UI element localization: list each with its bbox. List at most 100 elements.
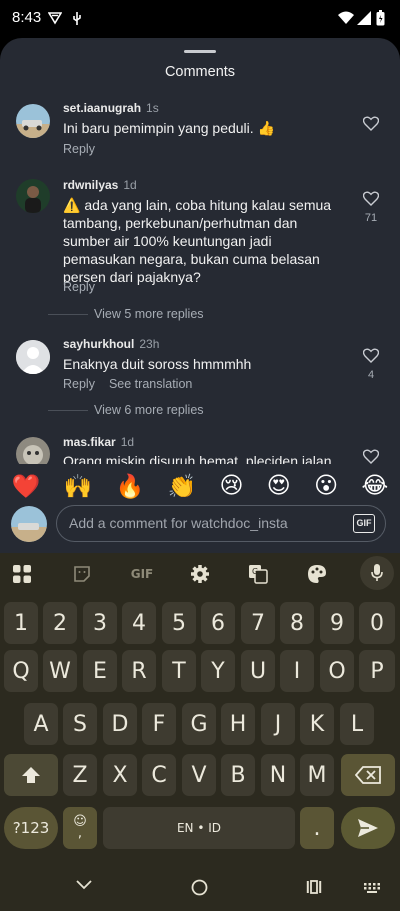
comment-text: Ini baru pemimpin yang peduli. 👍 (63, 120, 275, 136)
grid-icon[interactable] (10, 562, 34, 586)
palette-icon[interactable] (305, 562, 329, 586)
key-b[interactable]: B (221, 754, 255, 796)
emoji-heart[interactable]: ❤️ (12, 473, 41, 500)
gif-keyboard-button[interactable]: GIF (128, 562, 156, 586)
key-a[interactable]: A (24, 703, 58, 745)
back-nav-icon[interactable] (76, 880, 92, 890)
emoji-heart-eyes[interactable]: 😍 (267, 473, 291, 499)
key-1[interactable]: 1 (4, 602, 38, 644)
comment-item: mas.fikar 1d Orang miskin disuruh hemat, … (0, 431, 400, 464)
key-n[interactable]: N (261, 754, 295, 796)
send-key[interactable] (341, 807, 395, 849)
key-4[interactable]: 4 (122, 602, 156, 644)
reply-button[interactable]: Reply (63, 377, 95, 391)
space-key[interactable]: EN • ID (103, 807, 295, 849)
key-f[interactable]: F (142, 703, 176, 745)
key-l[interactable]: L (340, 703, 374, 745)
key-m[interactable]: M (300, 754, 334, 796)
see-translation-button[interactable]: See translation (109, 377, 192, 391)
comment-time: 1s (146, 101, 159, 115)
comment-time: 23h (139, 337, 160, 351)
avatar[interactable] (16, 179, 50, 213)
key-c[interactable]: C (142, 754, 176, 796)
comment-username[interactable]: rdwnilyas (63, 178, 118, 192)
key-y[interactable]: Y (201, 650, 235, 692)
backspace-key[interactable] (341, 754, 395, 796)
emoji-raised-hands[interactable]: 🙌 (64, 473, 93, 500)
comment-input[interactable]: Add a comment for watchdoc_insta GIF (56, 505, 386, 542)
key-o[interactable]: O (320, 650, 354, 692)
key-8[interactable]: 8 (280, 602, 314, 644)
key-u[interactable]: U (241, 650, 275, 692)
key-7[interactable]: 7 (241, 602, 275, 644)
comment-username[interactable]: sayhurkhoul (63, 337, 134, 351)
emoji-laughing[interactable]: 😂 (361, 473, 388, 499)
home-nav-icon[interactable] (191, 879, 208, 896)
key-2[interactable]: 2 (43, 602, 77, 644)
comment-composer: Add a comment for watchdoc_insta GIF (0, 503, 400, 553)
key-6[interactable]: 6 (201, 602, 235, 644)
keyboard-switch-icon[interactable] (364, 883, 380, 893)
like-count: 4 (367, 369, 375, 381)
mic-button[interactable] (360, 556, 394, 590)
key-j[interactable]: J (261, 703, 295, 745)
key-0[interactable]: 0 (359, 602, 395, 644)
comments-list[interactable]: set.iaanugrah 1s Ini baru pemimpin yang p… (0, 96, 400, 464)
key-h[interactable]: H (221, 703, 255, 745)
key-5[interactable]: 5 (162, 602, 196, 644)
key-q[interactable]: Q (4, 650, 38, 692)
svg-text:G: G (252, 567, 258, 576)
emoji-crying[interactable]: 😢 (219, 473, 243, 499)
like-button[interactable] (362, 449, 380, 464)
key-i[interactable]: I (280, 650, 314, 692)
emoji-key[interactable]: ☺ , (63, 807, 97, 849)
key-s[interactable]: S (63, 703, 97, 745)
translate-icon[interactable]: G (246, 562, 270, 586)
like-count: 71 (364, 212, 378, 224)
key-d[interactable]: D (103, 703, 137, 745)
avatar[interactable] (16, 437, 50, 464)
gif-button[interactable]: GIF (353, 514, 375, 533)
emoji-quick-bar: ❤️ 🙌 🔥 👏 😢 😍 😮 😂 (0, 471, 400, 501)
comment-time: 1d (120, 435, 135, 449)
comment-item: set.iaanugrah 1s Ini baru pemimpin yang p… (0, 96, 400, 161)
sticker-icon[interactable] (70, 562, 94, 586)
key-t[interactable]: T (162, 650, 196, 692)
like-button[interactable]: 4 (362, 348, 380, 381)
emoji-fire[interactable]: 🔥 (116, 473, 145, 500)
key-e[interactable]: E (83, 650, 117, 692)
key-9[interactable]: 9 (320, 602, 354, 644)
gear-icon[interactable] (188, 562, 212, 586)
key-g[interactable]: G (182, 703, 216, 745)
avatar[interactable] (16, 104, 50, 138)
emoji-surprised[interactable]: 😮 (314, 473, 338, 499)
key-w[interactable]: W (43, 650, 77, 692)
avatar[interactable] (16, 340, 50, 374)
comment-username[interactable]: set.iaanugrah (63, 101, 141, 115)
heart-icon (362, 449, 380, 464)
key-k[interactable]: K (300, 703, 334, 745)
view-more-replies[interactable]: View 5 more replies (48, 307, 204, 321)
key-p[interactable]: P (359, 650, 395, 692)
comment-username[interactable]: mas.fikar (63, 435, 116, 449)
key-r[interactable]: R (122, 650, 156, 692)
like-button[interactable] (362, 116, 380, 135)
reply-button[interactable]: Reply (63, 142, 95, 156)
reply-button[interactable]: Reply (63, 280, 95, 294)
like-button[interactable]: 71 (362, 191, 380, 224)
drag-handle[interactable] (184, 50, 216, 53)
heart-icon (362, 116, 380, 131)
emoji-clap[interactable]: 👏 (168, 473, 197, 500)
key-x[interactable]: X (103, 754, 137, 796)
view-more-replies[interactable]: View 6 more replies (48, 403, 204, 417)
key-3[interactable]: 3 (83, 602, 117, 644)
shift-key[interactable] (4, 754, 58, 796)
key-z[interactable]: Z (63, 754, 97, 796)
recents-nav-icon[interactable] (306, 880, 322, 894)
period-key[interactable]: . (300, 807, 334, 849)
backspace-icon (355, 766, 381, 784)
sheet-title: Comments (164, 64, 236, 80)
symbols-key[interactable]: ?123 (4, 807, 58, 849)
key-v[interactable]: V (182, 754, 216, 796)
shift-icon (22, 767, 40, 783)
